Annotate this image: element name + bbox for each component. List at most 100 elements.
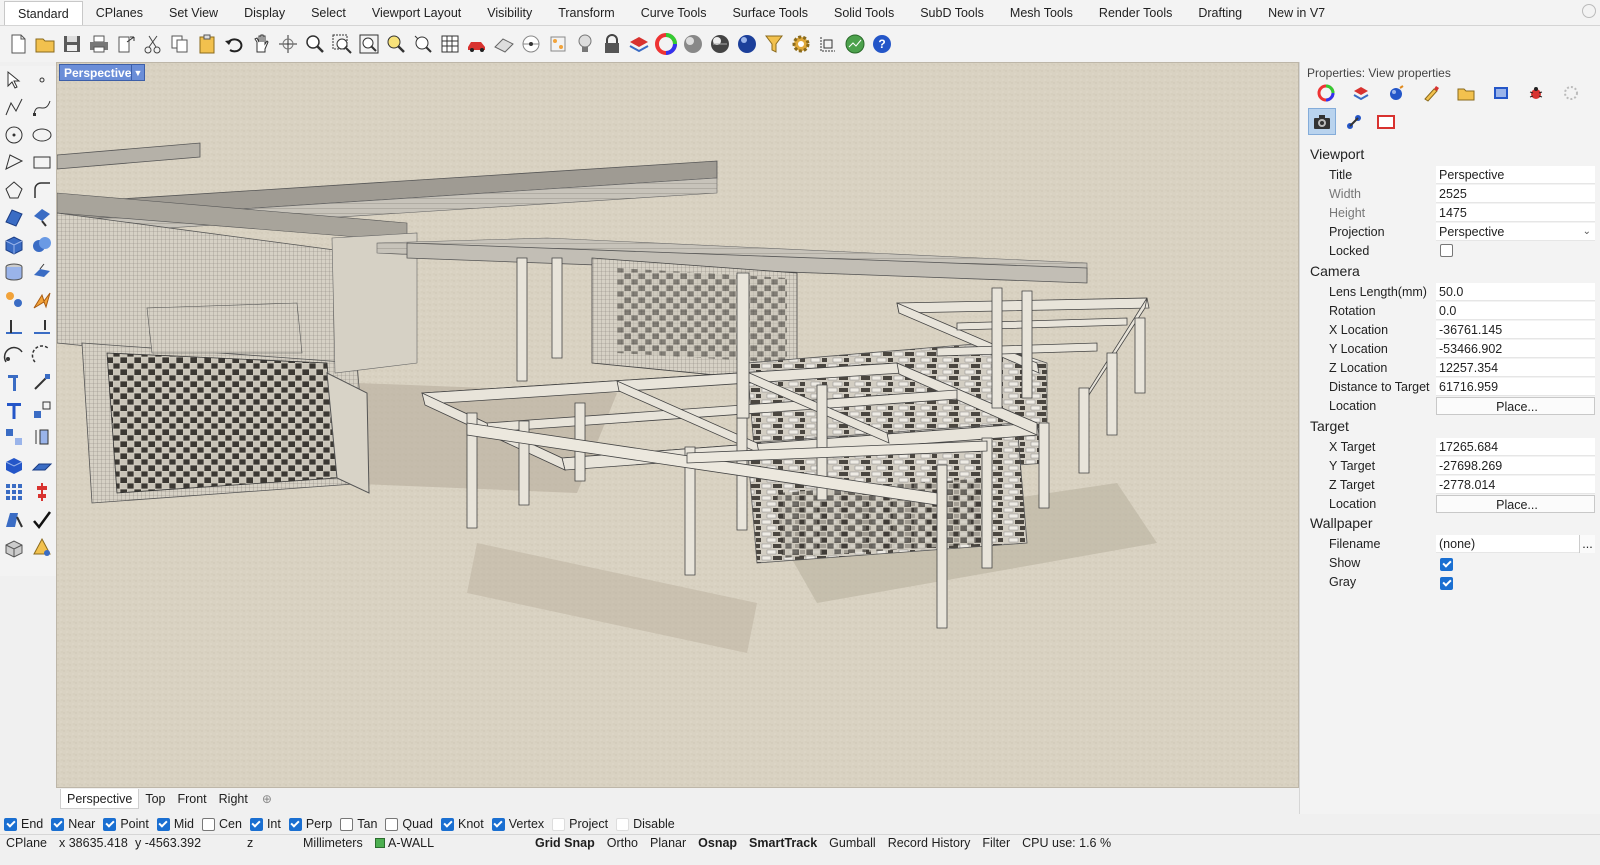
- polygon-icon[interactable]: [0, 176, 28, 204]
- osnap-perp-checkbox[interactable]: [288, 817, 302, 831]
- osnap-tan-checkbox[interactable]: [340, 817, 354, 831]
- polyline-icon[interactable]: [0, 94, 28, 122]
- export-icon[interactable]: [112, 31, 139, 58]
- explode-icon[interactable]: [28, 341, 56, 369]
- paint-icon[interactable]: [1413, 82, 1448, 104]
- tab-set-view[interactable]: Set View: [156, 1, 231, 25]
- material-icon[interactable]: [1343, 82, 1378, 104]
- osnap-near-checkbox[interactable]: [51, 817, 65, 831]
- paste-icon[interactable]: [193, 31, 220, 58]
- lock-icon[interactable]: [598, 31, 625, 58]
- distance-input[interactable]: 61716.959: [1436, 377, 1595, 396]
- tab-subd-tools[interactable]: SubD Tools: [907, 1, 997, 25]
- zoom-window-icon[interactable]: [328, 31, 355, 58]
- viewport-tab-right[interactable]: Right: [213, 789, 254, 809]
- tab-surface-tools[interactable]: Surface Tools: [719, 1, 821, 25]
- osnap-disable-checkbox[interactable]: [616, 817, 630, 831]
- status-record-history[interactable]: Record History: [882, 836, 977, 850]
- zoom-icon[interactable]: [301, 31, 328, 58]
- select-arrow-icon[interactable]: [0, 66, 28, 94]
- yloc-input[interactable]: -53466.902: [1436, 339, 1595, 358]
- osnap-project-checkbox[interactable]: [552, 817, 566, 831]
- trim-icon[interactable]: [0, 314, 28, 342]
- xtarget-input[interactable]: 17265.684: [1436, 437, 1595, 456]
- grid-icon[interactable]: [436, 31, 463, 58]
- image-icon[interactable]: [1483, 82, 1518, 104]
- render-icon[interactable]: [28, 534, 56, 562]
- zoom-dynamic-icon[interactable]: [409, 31, 436, 58]
- viewport-menu-chevron-down-icon[interactable]: ▼: [131, 64, 145, 81]
- title-input[interactable]: Perspective: [1436, 165, 1595, 184]
- tab-transform[interactable]: Transform: [545, 1, 628, 25]
- status-grid-snap[interactable]: Grid Snap: [529, 836, 601, 850]
- pan-icon[interactable]: [247, 31, 274, 58]
- osnap-near[interactable]: Near: [51, 817, 95, 831]
- status-gumball[interactable]: Gumball: [823, 836, 882, 850]
- lightning-icon[interactable]: [28, 286, 56, 314]
- osnap-quad-checkbox[interactable]: [385, 817, 399, 831]
- show-checkbox[interactable]: [1440, 557, 1453, 571]
- solid-box-icon[interactable]: [0, 231, 28, 259]
- boolean-icon[interactable]: [28, 231, 56, 259]
- gray-checkbox[interactable]: [1440, 576, 1453, 590]
- status-osnap[interactable]: Osnap: [692, 836, 743, 850]
- tab-settings-gear-icon[interactable]: [1582, 4, 1596, 18]
- point-icon[interactable]: [28, 66, 56, 94]
- split-icon[interactable]: [28, 314, 56, 342]
- projection-select[interactable]: Perspective ⌄: [1436, 222, 1595, 241]
- wallpaper-icon[interactable]: [1372, 108, 1400, 135]
- camera-place-button[interactable]: Place...: [1436, 396, 1595, 415]
- osnap-end-checkbox[interactable]: [4, 817, 17, 831]
- layer-icon[interactable]: [625, 31, 652, 58]
- open-icon[interactable]: [31, 31, 58, 58]
- move-icon[interactable]: [0, 424, 28, 452]
- zoom-extents-icon[interactable]: [355, 31, 382, 58]
- rotation-input[interactable]: 0.0: [1436, 301, 1595, 320]
- osnap-disable[interactable]: Disable: [616, 817, 675, 831]
- undo-icon[interactable]: [220, 31, 247, 58]
- join-icon[interactable]: [0, 341, 28, 369]
- ellipse-icon[interactable]: [28, 121, 56, 149]
- tab-visibility[interactable]: Visibility: [474, 1, 545, 25]
- light-icon[interactable]: [571, 31, 598, 58]
- osnap-mid-checkbox[interactable]: [156, 817, 170, 831]
- browse-button[interactable]: ...: [1579, 534, 1595, 553]
- add-viewport-icon[interactable]: ⊕: [262, 792, 272, 806]
- status-ortho[interactable]: Ortho: [601, 836, 644, 850]
- status-cplane[interactable]: CPlane: [0, 836, 53, 850]
- car-icon[interactable]: [463, 31, 490, 58]
- solid-edit-icon[interactable]: [0, 451, 28, 479]
- cut-icon[interactable]: [139, 31, 166, 58]
- lens-input[interactable]: 50.0: [1436, 282, 1595, 301]
- gumball-icon[interactable]: [0, 286, 28, 314]
- rendered-sphere-icon[interactable]: [706, 31, 733, 58]
- dimension-icon[interactable]: [814, 31, 841, 58]
- analyze-icon[interactable]: [0, 506, 28, 534]
- osnap-perp[interactable]: Perp: [288, 817, 332, 831]
- zoom-selected-icon[interactable]: [382, 31, 409, 58]
- blue-sphere-icon[interactable]: [733, 31, 760, 58]
- tab-standard[interactable]: Standard: [4, 1, 83, 25]
- status-smarttrack[interactable]: SmartTrack: [743, 836, 823, 850]
- globe-icon[interactable]: [841, 31, 868, 58]
- circle-icon[interactable]: [0, 121, 28, 149]
- osnap-quad[interactable]: Quad: [385, 817, 433, 831]
- osnap-cen[interactable]: Cen: [202, 817, 242, 831]
- osnap-project[interactable]: Project: [552, 817, 608, 831]
- bug-icon[interactable]: [1518, 82, 1553, 104]
- tab-drafting[interactable]: Drafting: [1185, 1, 1255, 25]
- color-icon[interactable]: [1308, 82, 1343, 104]
- surface-icon[interactable]: [0, 204, 28, 232]
- viewport-tab-top[interactable]: Top: [139, 789, 171, 809]
- color-wheel-icon[interactable]: [652, 31, 679, 58]
- status-units[interactable]: Millimeters: [297, 836, 369, 850]
- ytarget-input[interactable]: -27698.269: [1436, 456, 1595, 475]
- viewport-tab-perspective[interactable]: Perspective: [60, 789, 140, 809]
- text-icon[interactable]: [0, 396, 28, 424]
- osnap-cen-checkbox[interactable]: [202, 817, 215, 831]
- settings-icon[interactable]: [1553, 82, 1588, 104]
- print-icon[interactable]: [85, 31, 112, 58]
- tab-solid-tools[interactable]: Solid Tools: [821, 1, 907, 25]
- status-filter[interactable]: Filter: [976, 836, 1016, 850]
- osnap-end[interactable]: End: [4, 817, 43, 831]
